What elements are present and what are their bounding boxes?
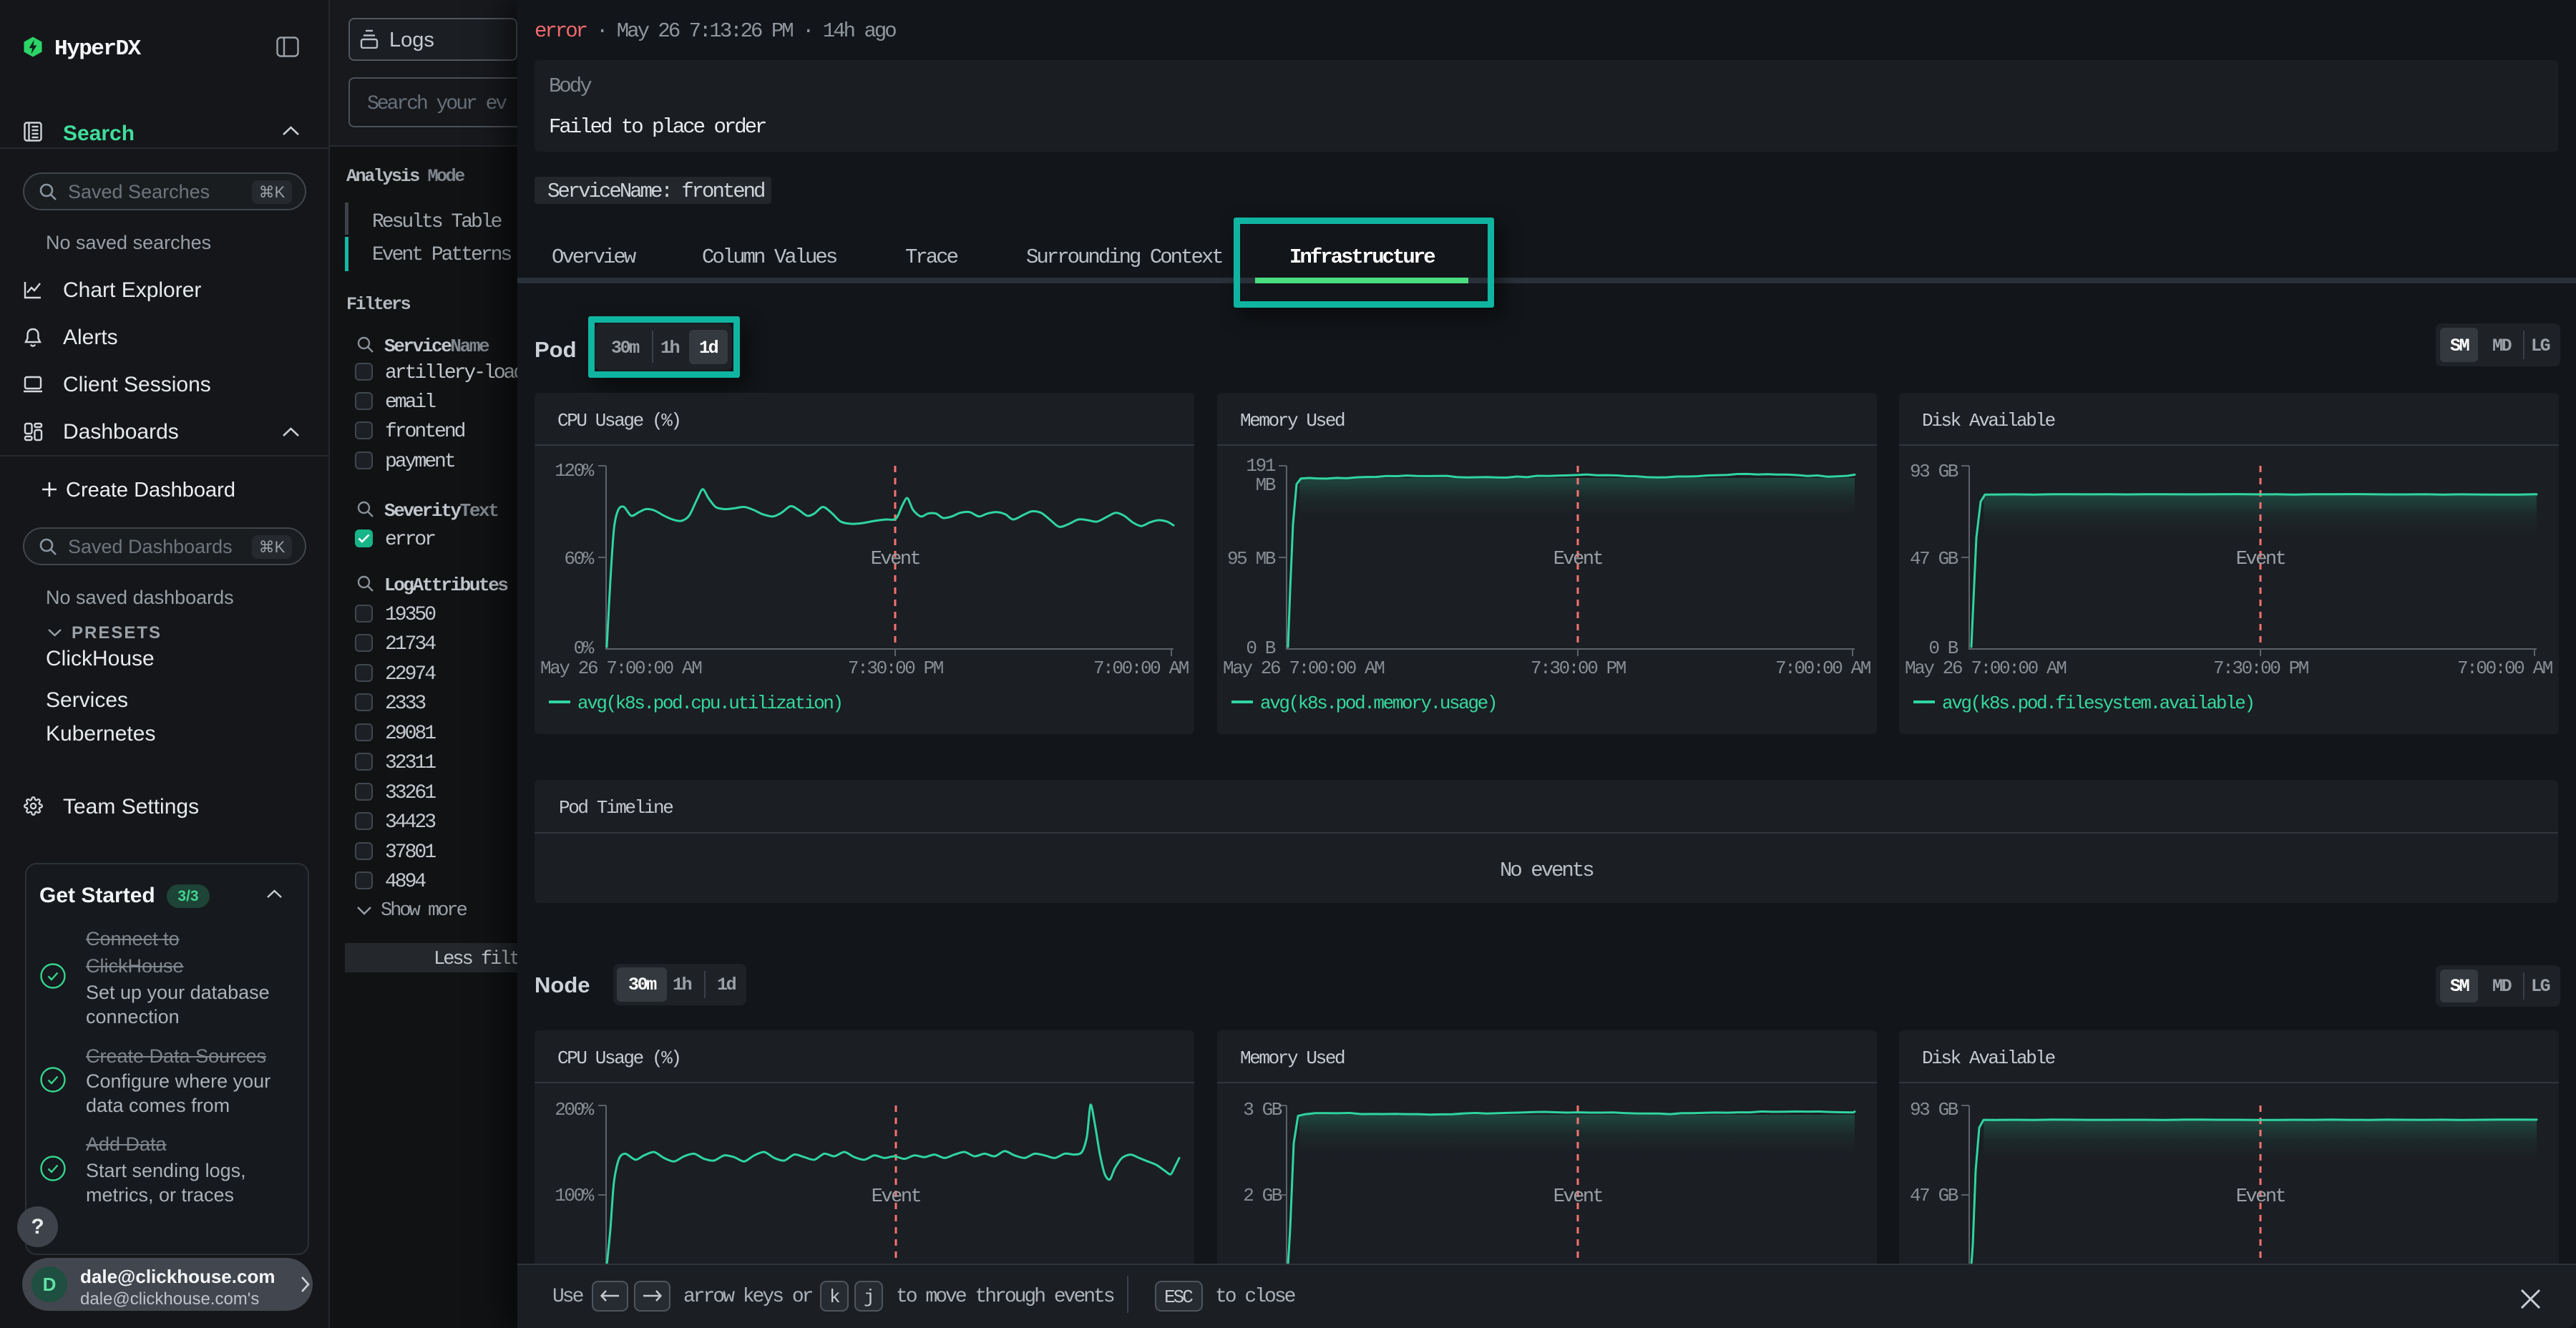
svg-text:7:00:00 AM: 7:00:00 AM bbox=[2457, 658, 2552, 679]
svg-text:95 MB: 95 MB bbox=[1227, 548, 1276, 570]
svg-text:93 GB: 93 GB bbox=[1910, 461, 1958, 482]
svg-text:avg(k8s.pod.cpu.utilization): avg(k8s.pod.cpu.utilization) bbox=[577, 693, 842, 714]
svg-text:3 GB: 3 GB bbox=[1243, 1099, 1282, 1120]
svg-text:avg(k8s.pod.memory.usage): avg(k8s.pod.memory.usage) bbox=[1260, 693, 1496, 714]
svg-text:100%: 100% bbox=[555, 1185, 595, 1206]
svg-text:Event: Event bbox=[2236, 1186, 2285, 1208]
svg-text:May 26 7:00:00 AM: May 26 7:00:00 AM bbox=[1223, 658, 1384, 679]
svg-text:MB: MB bbox=[1256, 474, 1276, 496]
svg-text:47 GB: 47 GB bbox=[1910, 1185, 1958, 1206]
svg-text:120%: 120% bbox=[555, 460, 595, 482]
svg-text:avg(k8s.pod.filesystem.availab: avg(k8s.pod.filesystem.available) bbox=[1942, 693, 2254, 714]
svg-text:Event: Event bbox=[872, 1186, 921, 1208]
svg-text:Event: Event bbox=[2236, 549, 2285, 570]
svg-text:May 26 7:00:00 AM: May 26 7:00:00 AM bbox=[1905, 658, 2066, 679]
svg-text:7:00:00 AM: 7:00:00 AM bbox=[1093, 658, 1189, 679]
svg-text:0 B: 0 B bbox=[1928, 638, 1958, 659]
svg-text:7:00:00 AM: 7:00:00 AM bbox=[1775, 658, 1870, 679]
svg-text:47 GB: 47 GB bbox=[1910, 548, 1958, 570]
svg-text:0 B: 0 B bbox=[1246, 638, 1275, 659]
svg-text:7:30:00 PM: 7:30:00 PM bbox=[1531, 658, 1626, 679]
svg-text:Event: Event bbox=[1553, 1186, 1603, 1208]
svg-text:7:30:00 PM: 7:30:00 PM bbox=[848, 658, 943, 679]
svg-text:Event: Event bbox=[1553, 549, 1603, 570]
svg-text:0%: 0% bbox=[574, 638, 595, 659]
svg-text:191: 191 bbox=[1246, 455, 1275, 477]
svg-text:60%: 60% bbox=[564, 548, 594, 570]
svg-text:93 GB: 93 GB bbox=[1910, 1099, 1958, 1120]
svg-text:May 26 7:00:00 AM: May 26 7:00:00 AM bbox=[540, 658, 701, 679]
svg-text:200%: 200% bbox=[555, 1099, 595, 1120]
svg-text:7:30:00 PM: 7:30:00 PM bbox=[2213, 658, 2308, 679]
svg-text:Event: Event bbox=[871, 549, 920, 570]
svg-text:2 GB: 2 GB bbox=[1243, 1185, 1282, 1206]
